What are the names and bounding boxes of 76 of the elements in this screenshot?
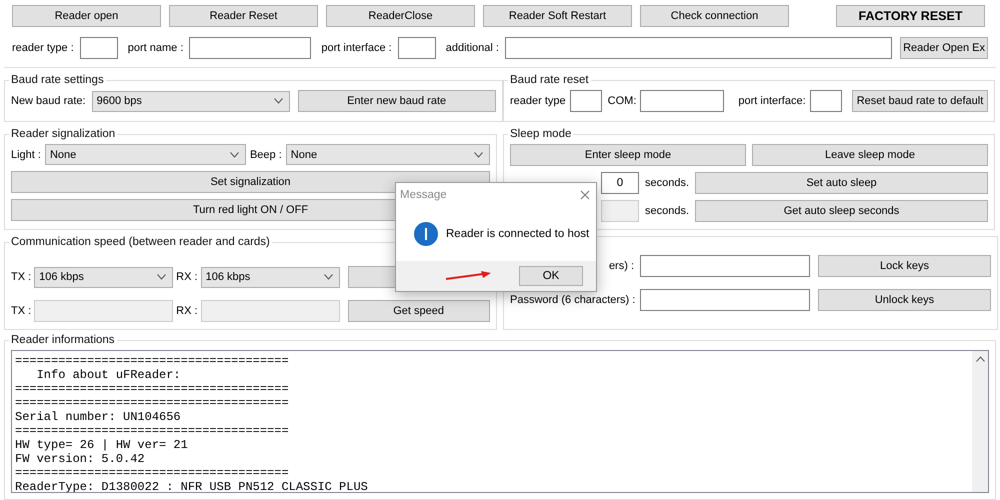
info-line: ====================================== (15, 466, 290, 480)
text-field[interactable] (504, 37, 892, 59)
baud-rate-dropdown[interactable]: 9600 bps (92, 90, 290, 112)
chevron-down-icon (274, 98, 283, 104)
text-field[interactable] (570, 90, 602, 112)
group-title: Sleep mode (509, 128, 572, 140)
password-field[interactable] (640, 255, 810, 277)
field-label: TX : (11, 271, 32, 283)
field-label: Beep : (250, 148, 282, 160)
text-field[interactable] (640, 90, 724, 112)
field-label: RX : (176, 305, 198, 317)
text-field[interactable] (398, 37, 436, 59)
key-lock-button[interactable]: Unlock keys (818, 289, 991, 311)
field-label: port interface: (738, 95, 806, 107)
scrollbar[interactable] (972, 351, 988, 492)
field-label: COM: (608, 95, 636, 107)
ok-button[interactable]: OK (519, 266, 583, 286)
info-icon (414, 222, 438, 246)
scroll-up-icon[interactable] (976, 356, 984, 362)
tx-speed-dropdown[interactable]: 106 kbps (34, 266, 174, 288)
group-title: Communication speed (between reader and cards) (10, 236, 271, 248)
enter-baud-rate-button[interactable]: Enter new baud rate (298, 90, 496, 112)
field-label: reader type : (12, 42, 74, 54)
unit-label: seconds. (645, 205, 690, 217)
field-label: TX : (11, 305, 32, 317)
field-label: RX : (176, 271, 198, 283)
password-field[interactable] (640, 289, 810, 311)
info-line: ====================================== (15, 396, 290, 410)
field-label: port name : (128, 42, 184, 54)
sleep-mode-button[interactable]: Leave sleep mode (752, 144, 988, 166)
seconds-field[interactable]: 0 (601, 172, 639, 194)
toolbar-button[interactable]: Reader open (12, 5, 161, 27)
info-line: ====================================== (15, 354, 290, 368)
info-line: HW type= 26 | HW ver= 21 (15, 438, 189, 452)
group-title: Baud rate reset (509, 74, 590, 86)
field-label: New baud rate: (11, 95, 86, 107)
info-line: Info about uFReader: (36, 368, 182, 382)
close-icon[interactable] (580, 190, 590, 200)
get-speed-button[interactable]: Get speed (348, 300, 490, 322)
text-field[interactable] (189, 37, 312, 59)
chevron-down-icon (157, 274, 166, 280)
beep-dropdown[interactable]: None (286, 144, 490, 165)
field-label: ers) : (608, 260, 634, 272)
field-label: Light : (11, 148, 41, 160)
key-lock-button[interactable]: Lock keys (818, 255, 991, 277)
field-label: reader type (510, 95, 566, 107)
info-text-area[interactable] (11, 350, 989, 493)
toolbar-button[interactable]: ReaderClose (326, 5, 475, 27)
toolbar-button[interactable]: Check connection (640, 5, 789, 27)
toolbar-button[interactable]: Reader Reset (169, 5, 318, 27)
info-line: ====================================== (15, 424, 290, 438)
info-line: FW version: 5.0.42 (15, 452, 146, 466)
toolbar-button[interactable]: Reader Soft Restart (483, 5, 632, 27)
text-field[interactable] (80, 37, 118, 59)
info-line: Serial number: UN104656 (15, 410, 182, 424)
field-label: additional : (446, 42, 499, 54)
info-line: ====================================== (15, 382, 290, 396)
group-title: Baud rate settings (10, 74, 105, 86)
unit-label: seconds. (645, 177, 690, 189)
reader-open-ex-button[interactable]: Reader Open Ex (900, 37, 988, 59)
dialog-message: Reader is connected to host (446, 228, 590, 240)
text-field[interactable] (810, 90, 842, 112)
chevron-down-icon (230, 152, 239, 158)
arrow-annotation (445, 271, 491, 281)
field-label: Password (6 characters) : (510, 294, 634, 306)
group-title: Reader informations (10, 334, 116, 346)
rx-speed-dropdown[interactable]: 106 kbps (200, 266, 340, 288)
chevron-down-icon (474, 152, 483, 158)
field-label: port interface : (321, 42, 392, 54)
light-dropdown[interactable]: None (44, 144, 246, 165)
chevron-down-icon (324, 274, 333, 280)
factory-reset-button[interactable]: FACTORY RESET (836, 5, 985, 27)
auto-sleep-button[interactable]: Set auto sleep (695, 172, 988, 194)
sleep-mode-button[interactable]: Enter sleep mode (510, 144, 746, 166)
reset-baud-rate-button[interactable]: Reset baud rate to default (852, 90, 988, 112)
group-title: Reader signalization (10, 128, 116, 140)
